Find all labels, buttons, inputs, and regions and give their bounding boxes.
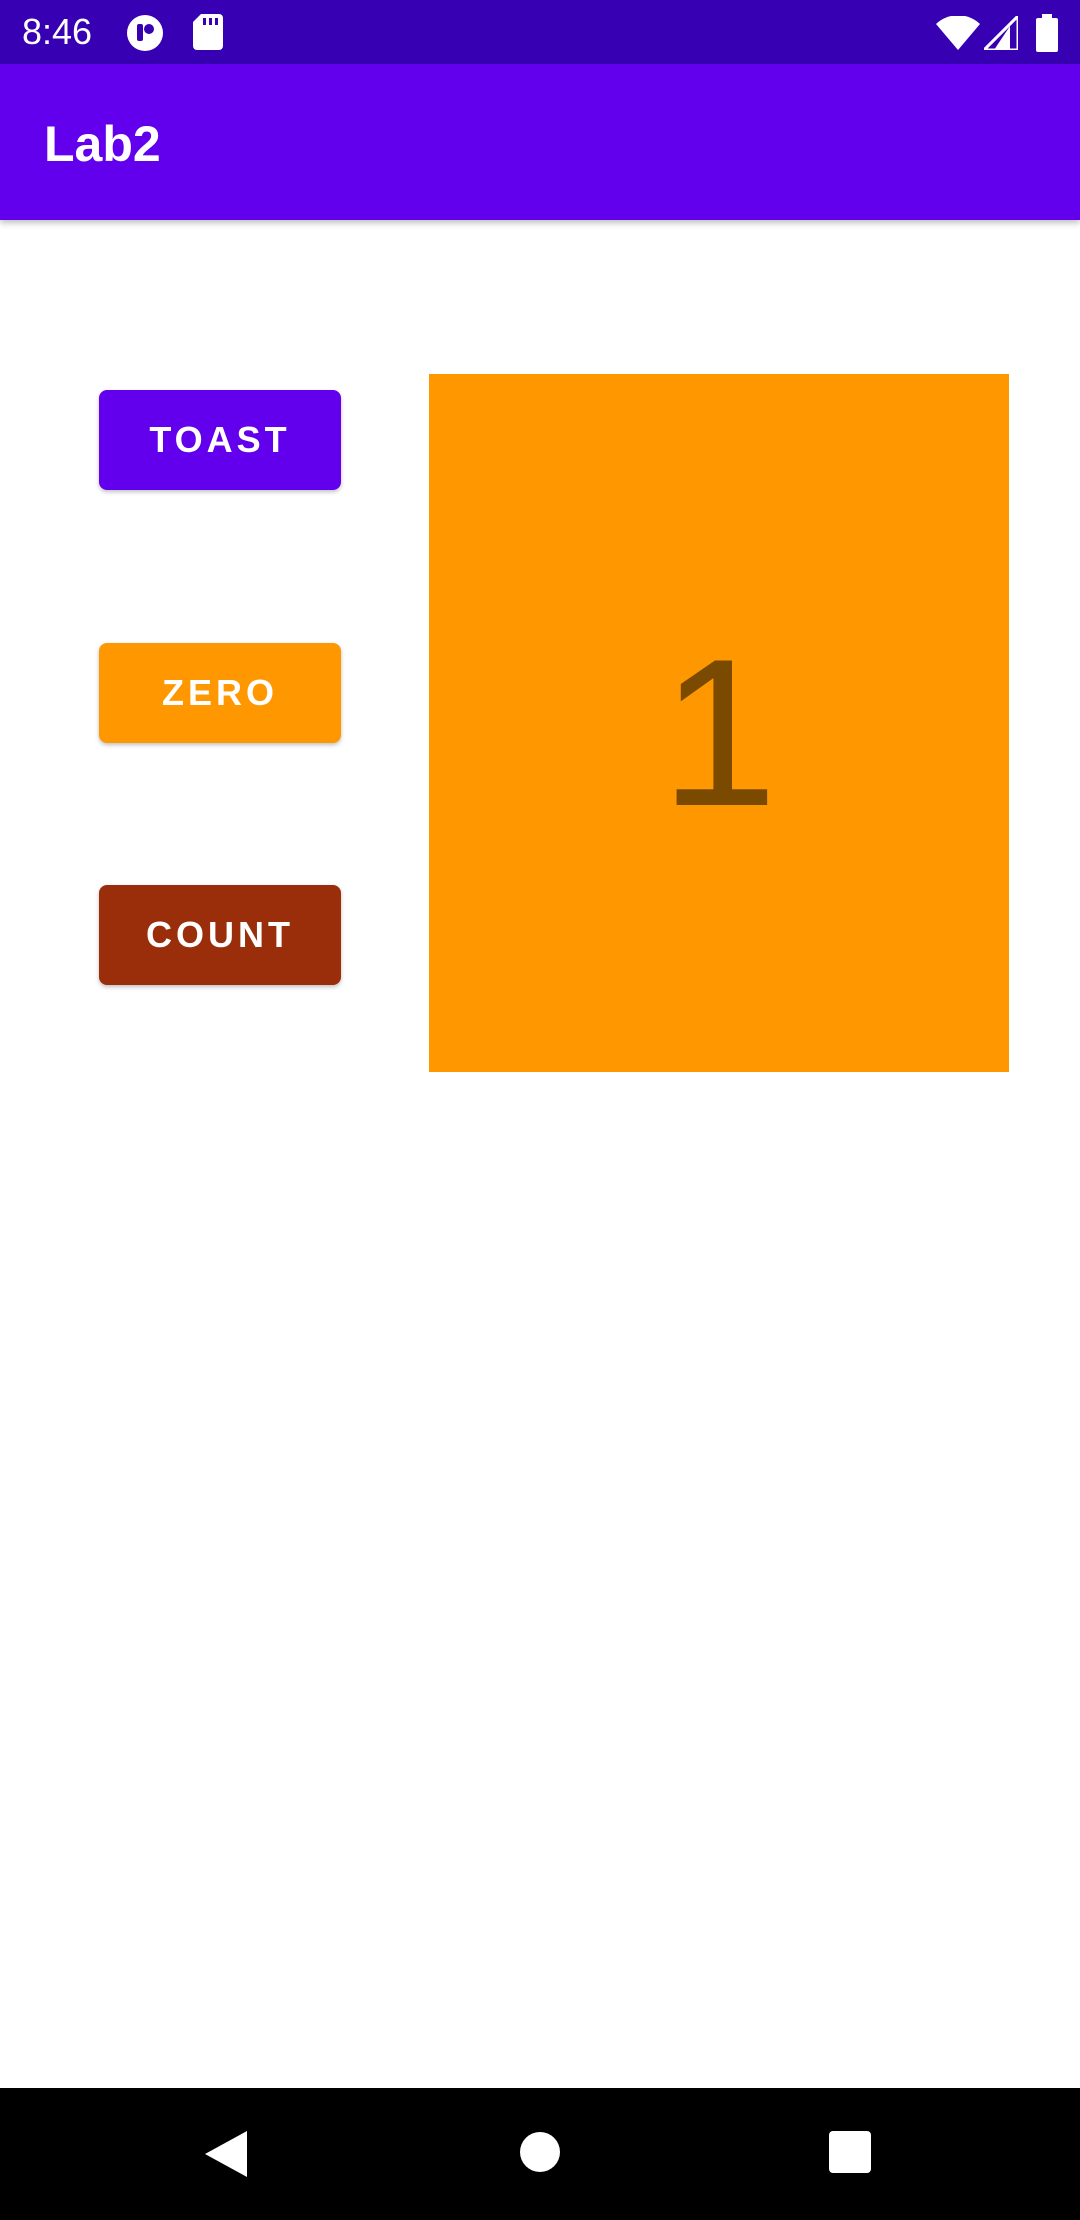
wifi-icon: [936, 15, 980, 55]
home-icon[interactable]: [519, 2131, 561, 2178]
toast-button[interactable]: TOAST: [99, 390, 341, 490]
app-notification-icon: [126, 14, 164, 57]
battery-icon: [1036, 14, 1058, 57]
sd-card-icon: [193, 14, 223, 55]
count-display: 1: [429, 374, 1009, 1072]
app-screen: 8:46 Lab2 TOAST ZERO COUNT 1: [0, 0, 1080, 2220]
app-title: Lab2: [44, 116, 161, 172]
signal-icon: [980, 12, 1020, 55]
status-time: 8:46: [22, 11, 93, 52]
recents-icon[interactable]: [829, 2131, 871, 2178]
zero-button[interactable]: ZERO: [99, 643, 341, 743]
status-bar: 8:46: [0, 0, 1080, 64]
count-value: 1: [660, 615, 778, 850]
navigation-bar: [0, 2088, 1080, 2220]
app-bar: Lab2: [0, 64, 1080, 220]
count-button[interactable]: COUNT: [99, 885, 341, 985]
back-icon[interactable]: [205, 2131, 247, 2182]
